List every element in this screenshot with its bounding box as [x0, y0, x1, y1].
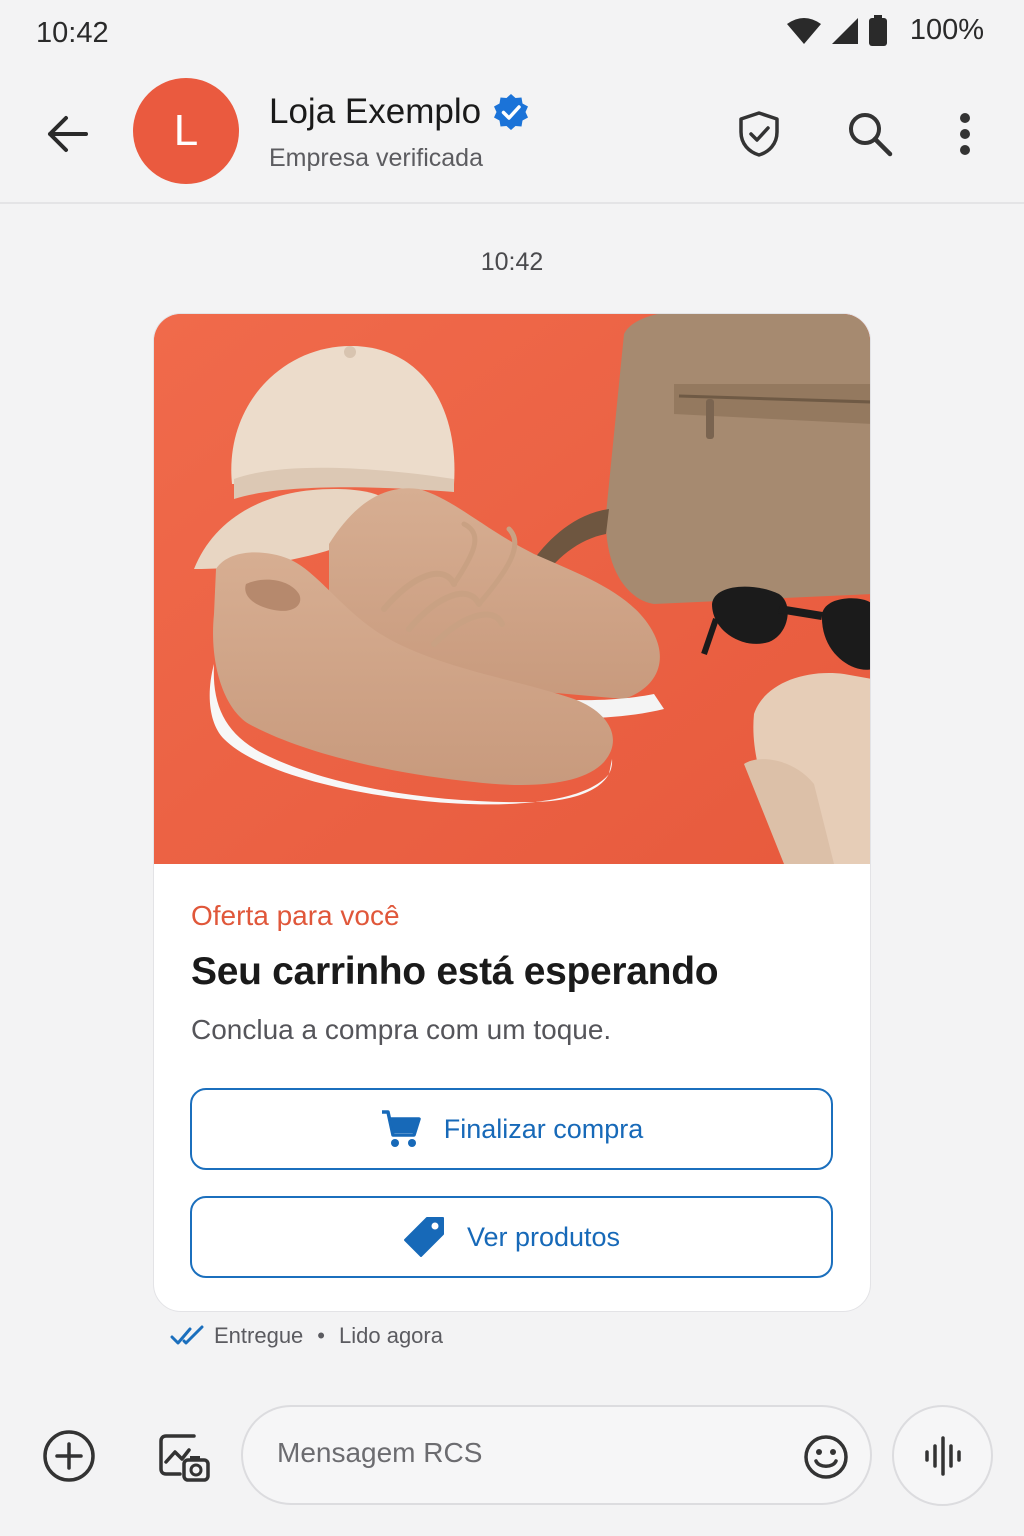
voice-message-button[interactable]: [892, 1405, 993, 1506]
add-circle-icon: [43, 1430, 95, 1482]
emoji-icon[interactable]: [802, 1433, 850, 1481]
double-check-icon: [170, 1325, 204, 1345]
status-time: 10:42: [36, 17, 109, 49]
arrow-back-icon: [48, 116, 88, 152]
delivered-status: Entregue: [214, 1323, 304, 1348]
search-icon: [849, 113, 893, 157]
waveform-icon: [924, 1435, 961, 1476]
contact-name: Loja Exemplo: [269, 92, 482, 131]
shield-check-icon: [739, 111, 779, 157]
conversation-header: L Loja Exemplo Empresa verificada: [0, 68, 1024, 204]
more-vert-icon: [960, 113, 970, 155]
gallery-button[interactable]: [154, 1426, 214, 1486]
contact-name-row[interactable]: Loja Exemplo: [269, 92, 531, 132]
delivery-receipt: Entregue • Lido agora: [170, 1323, 443, 1349]
card-label: Oferta para você: [191, 900, 400, 931]
more-options-button[interactable]: [935, 104, 995, 164]
message-input[interactable]: [277, 1437, 777, 1469]
message-composer: [241, 1405, 872, 1505]
card-media-image[interactable]: [154, 314, 870, 864]
cart-icon: [381, 1110, 421, 1147]
view-products-suggestion-button[interactable]: Ver produtos: [190, 1196, 833, 1278]
status-bar: 10:42 100%: [0, 0, 1024, 68]
battery-percentage: 100%: [909, 14, 984, 46]
avatar[interactable]: L: [133, 78, 239, 184]
checkout-suggestion-label: Finalizar compra: [443, 1113, 644, 1144]
view-products-suggestion-label: Ver produtos: [466, 1221, 621, 1252]
read-status: Lido agora: [339, 1323, 443, 1348]
rich-card: Oferta para você Seu carrinho está esper…: [153, 313, 871, 1312]
checkout-suggestion-button[interactable]: Finalizar compra: [190, 1088, 833, 1170]
tag-icon: [403, 1217, 444, 1257]
product-photo: [154, 314, 870, 864]
attach-button[interactable]: [39, 1426, 99, 1486]
security-button[interactable]: [729, 104, 789, 164]
verified-badge-icon: [494, 94, 529, 130]
cell-signal-icon: [831, 17, 858, 44]
card-title: Seu carrinho está esperando: [191, 950, 719, 993]
search-button[interactable]: [840, 104, 900, 164]
image-camera-icon: [159, 1434, 210, 1482]
back-button[interactable]: [38, 106, 94, 162]
card-description: Conclua a compra com um toque.: [191, 1014, 612, 1045]
status-icons: 100%: [786, 14, 984, 47]
receipt-separator: •: [317, 1323, 325, 1348]
wifi-icon: [786, 17, 821, 44]
battery-icon: [868, 14, 887, 46]
contact-subtitle: Empresa verificada: [269, 144, 483, 172]
conversation-timestamp: 10:42: [480, 248, 544, 276]
